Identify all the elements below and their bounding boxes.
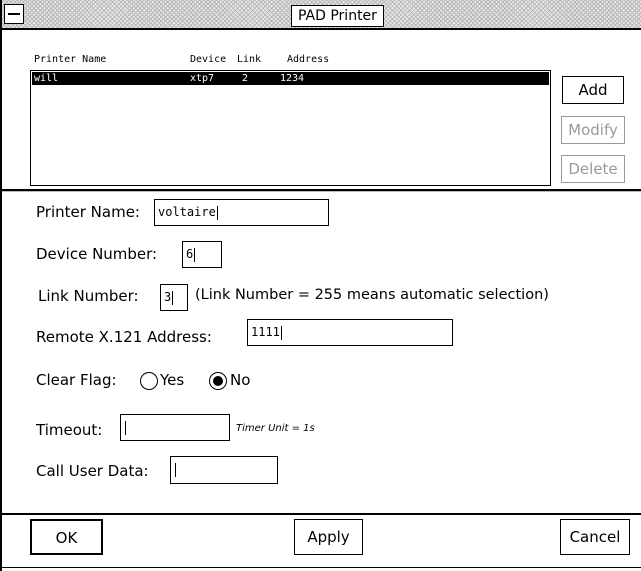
window-title: PAD Printer [291,5,384,27]
printer-name-label: Printer Name: [36,203,140,221]
title-bar[interactable]: PAD Printer [2,0,641,30]
remote-address-value: 1111 [251,325,280,339]
ok-button[interactable]: OK [30,519,103,555]
window-menu-icon[interactable] [4,4,24,24]
clear-flag-yes-label: Yes [160,371,185,389]
add-button[interactable]: Add [562,76,624,104]
call-user-data-label: Call User Data: [36,462,149,480]
text-cursor [175,462,176,477]
column-header-link: Link [237,54,262,65]
delete-button[interactable]: Delete [561,155,625,183]
list-item-address: 1234 [280,73,305,84]
link-number-field[interactable]: 3 [160,284,188,311]
timeout-field[interactable] [120,414,230,441]
cancel-button[interactable]: Cancel [560,519,630,555]
footer-divider [2,513,641,515]
timeout-label: Timeout: [36,421,103,439]
pad-printer-window: PAD Printer Printer Name Device Link Add… [0,0,641,571]
divider-shadow [2,191,641,192]
clear-flag-no-label: No [230,371,251,389]
link-number-value: 3 [164,290,172,304]
link-number-label: Link Number: [38,287,139,305]
device-number-label: Device Number: [36,245,158,263]
column-header-printer-name: Printer Name [34,54,107,65]
clear-flag-label: Clear Flag: [36,371,117,389]
window-bottom-edge [2,567,641,568]
list-item-printer-name: will [34,73,59,84]
apply-button[interactable]: Apply [294,519,363,555]
column-header-address: Address [287,54,330,65]
text-cursor [216,205,218,220]
printer-list[interactable]: will xtp7 2 1234 [30,70,551,186]
clear-flag-yes-radio[interactable] [140,372,158,390]
modify-button[interactable]: Modify [561,116,625,144]
remote-address-label: Remote X.121 Address: [36,328,212,346]
list-item[interactable]: will xtp7 2 1234 [32,72,549,85]
printer-name-field[interactable]: voltaire [154,199,329,226]
clear-flag-no-radio[interactable] [209,372,227,390]
text-cursor [125,420,126,435]
timeout-hint: Timer Unit = 1s [236,423,315,434]
device-number-value: 6 [186,247,194,261]
device-number-field[interactable]: 6 [182,241,222,268]
remote-address-field[interactable]: 1111 [247,319,453,346]
link-number-hint: (Link Number = 255 means automatic selec… [195,287,549,303]
text-cursor [280,325,282,340]
list-item-device: xtp7 [190,73,215,84]
list-item-link: 2 [242,73,249,84]
text-cursor [194,247,196,262]
column-header-device: Device [190,54,227,65]
printer-name-value: voltaire [158,205,216,219]
call-user-data-field[interactable] [170,456,278,484]
text-cursor [172,290,174,305]
